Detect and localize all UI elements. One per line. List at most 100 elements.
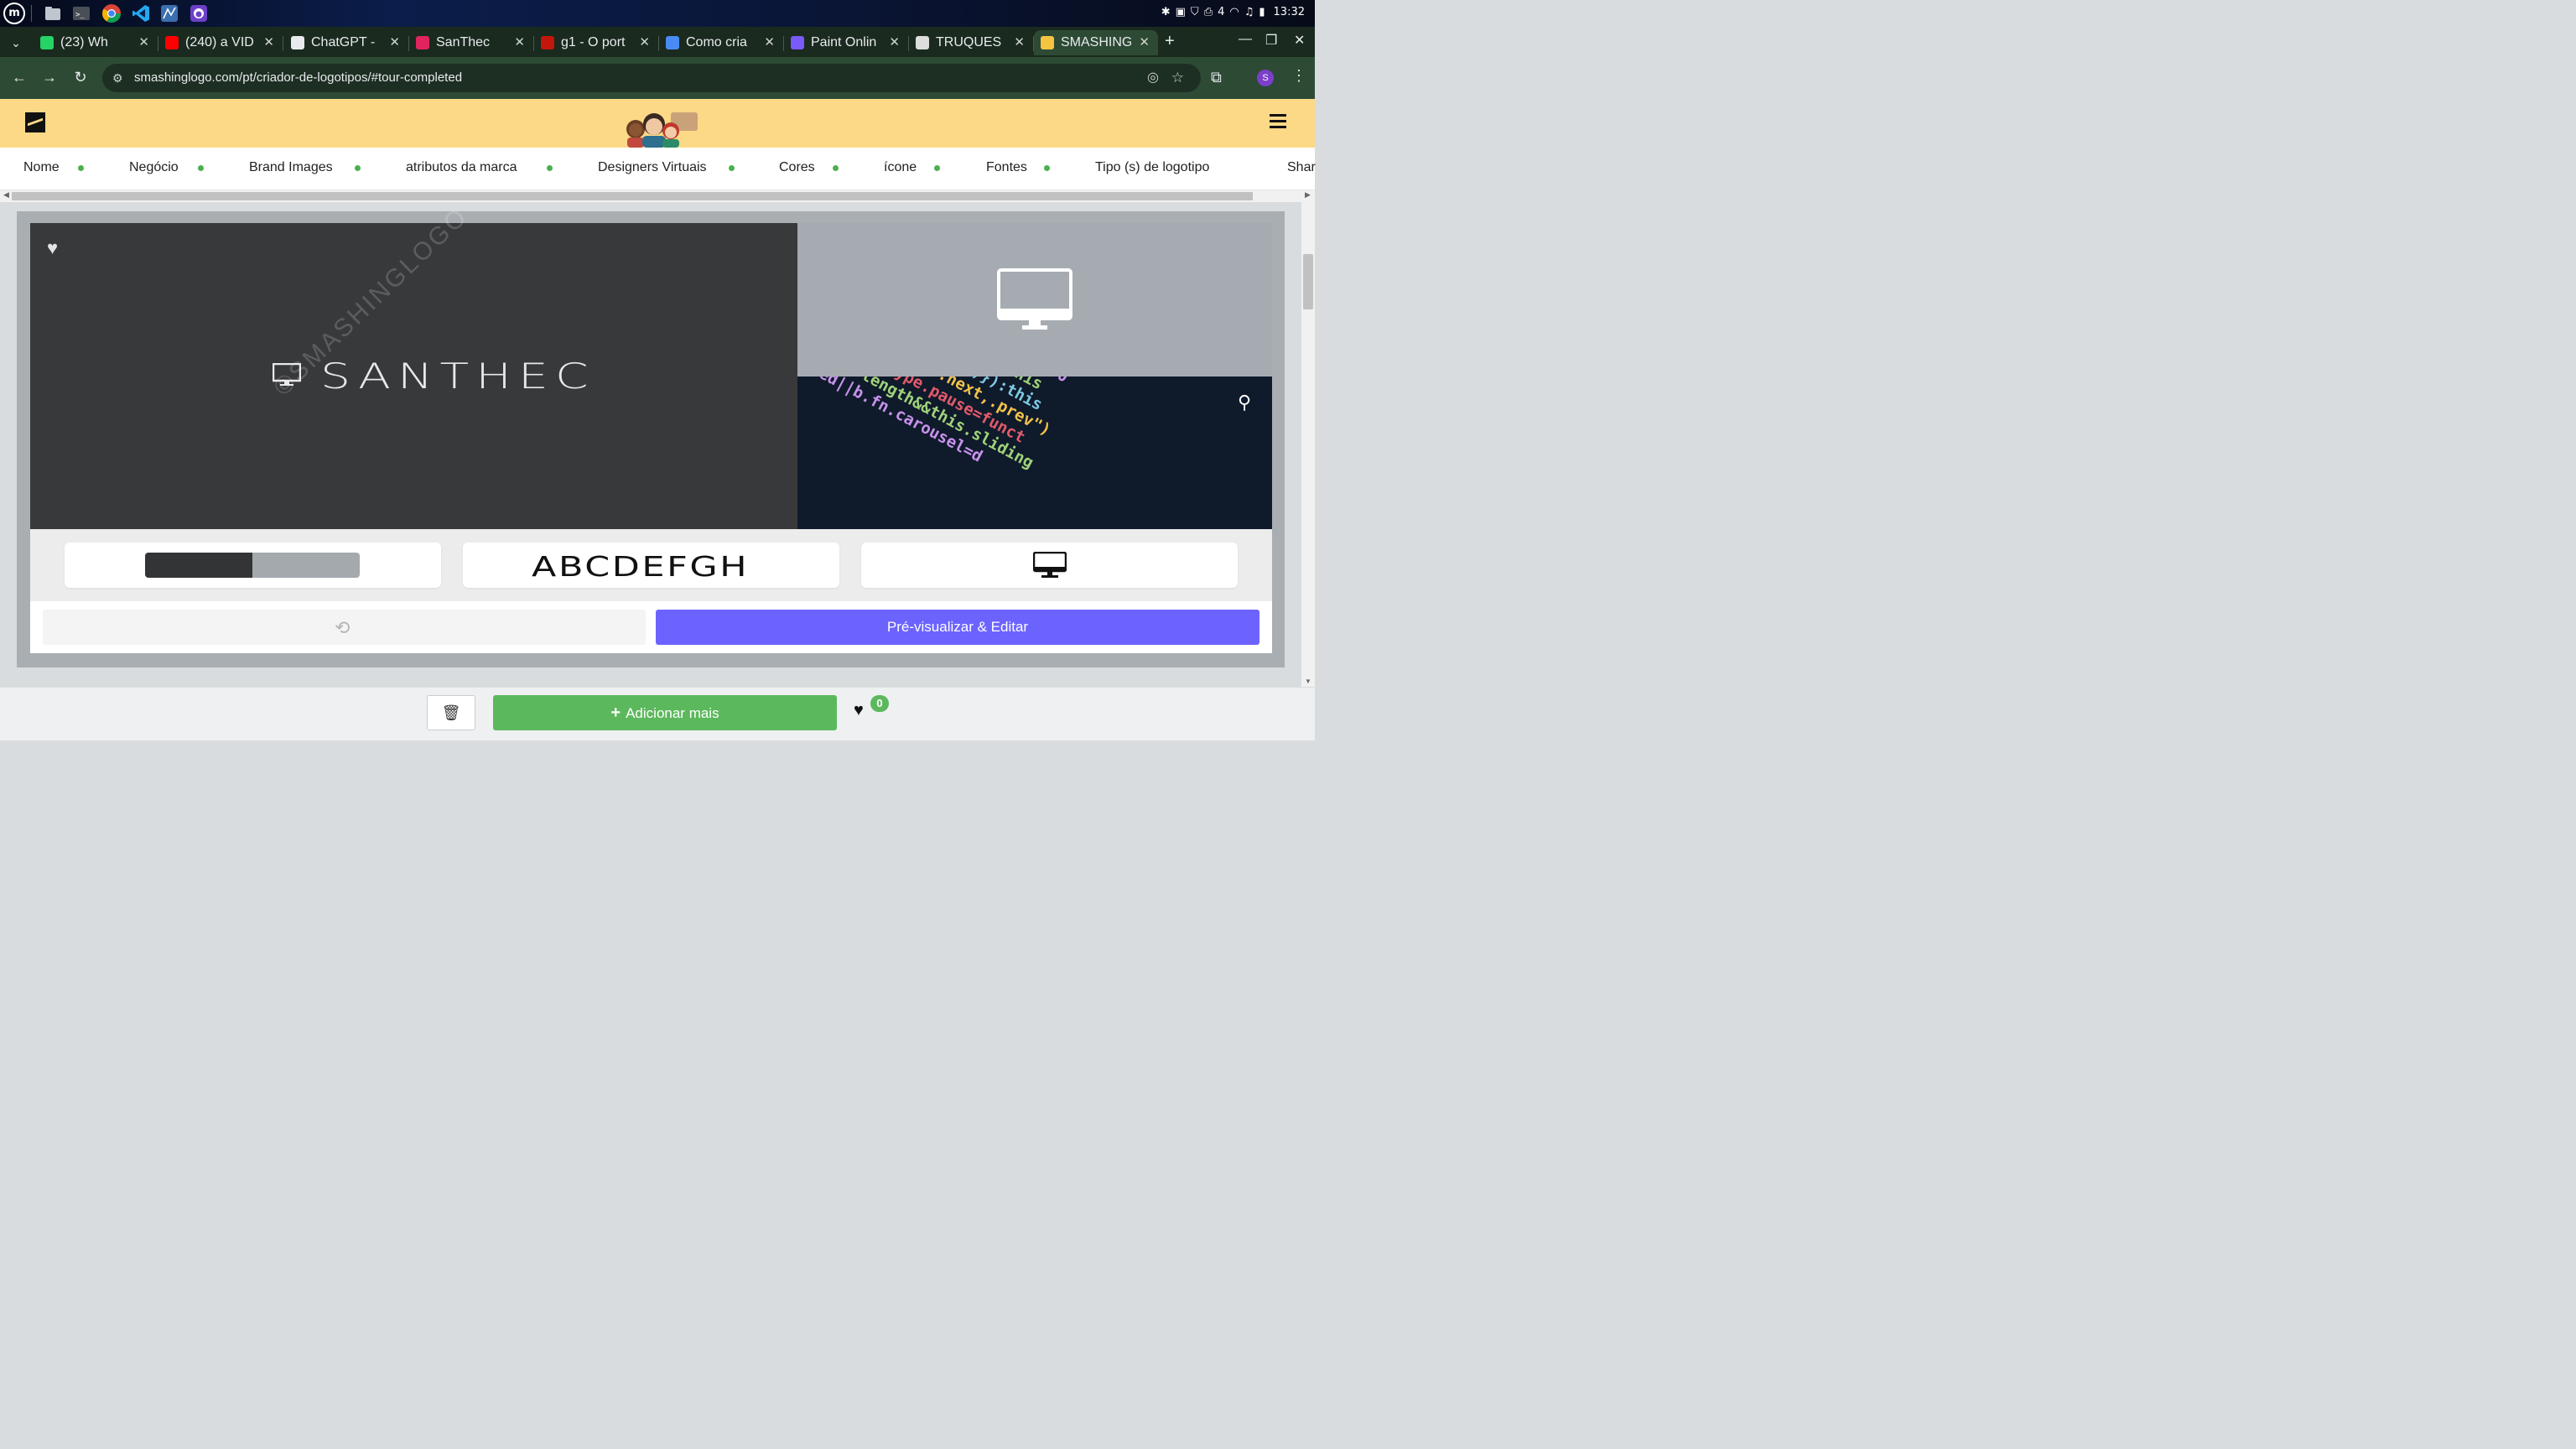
site-header [0, 99, 1315, 148]
step-atributos[interactable]: atributos da marca [406, 160, 517, 175]
reload-button[interactable]: ↻ [71, 69, 90, 86]
tab-title: Paint Onlin [811, 35, 877, 49]
vertical-scrollbar-thumb[interactable] [1303, 254, 1313, 309]
brand-name-text: SANTHEC [320, 356, 595, 397]
color-palette-swatch[interactable] [145, 553, 360, 578]
printer-icon[interactable]: ⎙ [1204, 6, 1213, 18]
taskbar-separator [31, 5, 32, 22]
extensions-icon[interactable]: ⧉ [1211, 69, 1222, 86]
color-swatch-grey [252, 553, 360, 578]
minimize-icon[interactable]: — [1239, 32, 1252, 47]
mint-menu-icon[interactable]: m [3, 3, 25, 24]
vscode-icon[interactable] [132, 4, 150, 23]
hamburger-menu-icon[interactable] [1270, 114, 1286, 129]
clock[interactable]: 13:32 [1274, 6, 1305, 18]
address-bar[interactable]: ⚙ smashinglogo.com/pt/criador-de-logotip… [102, 64, 1201, 92]
github-desktop-icon[interactable] [190, 4, 208, 23]
tab-4[interactable]: g1 - O port ✕ [534, 30, 659, 55]
smashinglogo-logo[interactable] [25, 112, 45, 132]
files-icon[interactable] [44, 4, 62, 23]
delete-button[interactable]: 🗑 [427, 695, 475, 730]
step-dot [934, 165, 940, 171]
new-tab-button[interactable]: + [1165, 32, 1175, 51]
tab-7[interactable]: TRUQUES ✕ [909, 30, 1034, 55]
chrome-icon[interactable] [101, 3, 122, 23]
tab-0[interactable]: (23) Wh ✕ [34, 30, 158, 55]
svg-text:>_: >_ [75, 11, 85, 19]
terminal-icon[interactable]: >_ [72, 4, 91, 23]
forward-button[interactable]: → [40, 69, 59, 86]
tab-3[interactable]: SanThec ✕ [409, 30, 534, 55]
g1-icon [541, 36, 554, 49]
tab-title: Como cria [686, 35, 747, 49]
mysql-workbench-icon[interactable] [160, 4, 179, 23]
music-icon[interactable]: ♫ [1244, 6, 1254, 18]
tab-2[interactable]: ChatGPT - ✕ [284, 30, 409, 55]
step-share[interactable]: Shar [1287, 160, 1316, 175]
bookmark-star-icon[interactable]: ☆ [1171, 64, 1184, 92]
wifi-icon[interactable]: ◠ [1229, 6, 1239, 18]
tab-1[interactable]: (240) a VID ✕ [158, 30, 283, 55]
step-nome[interactable]: Nome [23, 160, 60, 175]
code-pattern: "ndicator.prev.this).interval(),this .pr… [797, 377, 1072, 472]
tab-search-chevron-icon[interactable]: ⌄ [7, 34, 25, 52]
tab-6[interactable]: Paint Onlin ✕ [784, 30, 909, 55]
os-taskbar: m >_ ✱ ▣ ⛉ ⎙ 4 ◠ ♫ ▮ 13:32 [0, 0, 1315, 27]
tab-title: TRUQUES [936, 35, 1002, 49]
tab-title: SMASHING [1061, 35, 1131, 49]
step-dot [833, 165, 839, 171]
horizontal-scrollbar[interactable]: ◀ ▶ [0, 190, 1315, 202]
scrollbar-thumb[interactable] [12, 192, 1253, 200]
tracking-protection-icon[interactable]: ◎ [1147, 64, 1159, 92]
scroll-left-icon[interactable]: ◀ [3, 190, 9, 200]
monitor-icon-large [997, 268, 1072, 330]
updates-icon[interactable]: ▣ [1176, 6, 1186, 18]
vertical-scrollbar[interactable]: ▼ [1301, 202, 1315, 687]
smashing-icon [1041, 36, 1054, 49]
battery-icon[interactable]: ▮ [1259, 6, 1265, 18]
tab-close-icon[interactable]: ✕ [263, 34, 274, 49]
url-text[interactable]: smashinglogo.com/pt/criador-de-logotipos… [134, 64, 462, 92]
tab-title: (23) Wh [60, 35, 108, 49]
shield-icon[interactable]: ⛉ [1191, 6, 1199, 18]
step-cores[interactable]: Cores [779, 160, 815, 175]
tab-title: SanThec [436, 35, 491, 49]
zoom-search-icon[interactable]: ⚲ [1238, 392, 1251, 413]
step-tipo-logotipo[interactable]: Tipo (s) de logotipo [1095, 160, 1209, 175]
tab-close-icon[interactable]: ✕ [1139, 34, 1150, 49]
history-icon[interactable]: ⟲ [335, 617, 350, 639]
tab-close-icon[interactable]: ✕ [138, 34, 149, 49]
browser-toolbar: ← → ↻ ⚙ smashinglogo.com/pt/criador-de-l… [0, 57, 1315, 99]
brand-image-code[interactable]: "ndicator.prev.this).interval(),this .pr… [797, 377, 1272, 529]
chatgpt-icon [291, 36, 304, 49]
step-designers[interactable]: Designers Virtuais [598, 160, 707, 175]
step-fontes[interactable]: Fontes [986, 160, 1027, 175]
step-dot [78, 165, 84, 171]
scroll-right-icon[interactable]: ▶ [1305, 190, 1311, 200]
tab-close-icon[interactable]: ✕ [1014, 34, 1025, 49]
tab-5[interactable]: Como cria ✕ [659, 30, 784, 55]
favorites-count-badge: 0 [870, 695, 889, 712]
profile-avatar[interactable]: S [1257, 70, 1274, 86]
bluetooth-icon[interactable]: ✱ [1161, 6, 1171, 18]
favorites-heart-icon[interactable]: ♥ [854, 701, 864, 720]
add-more-button[interactable]: + Adicionar mais [493, 695, 837, 730]
scroll-down-icon[interactable]: ▼ [1305, 678, 1311, 685]
back-button[interactable]: ← [10, 69, 29, 86]
tab-close-icon[interactable]: ✕ [639, 34, 650, 49]
browser-menu-icon[interactable]: ⋮ [1291, 67, 1306, 85]
restore-icon[interactable]: ❐ [1265, 32, 1277, 49]
site-settings-icon[interactable]: ⚙ [112, 64, 123, 92]
tab-close-icon[interactable]: ✕ [514, 34, 525, 49]
tab-close-icon[interactable]: ✕ [764, 34, 775, 49]
favorite-heart-icon[interactable]: ♥ [47, 239, 65, 257]
tab-8[interactable]: SMASHING ✕ [1034, 30, 1158, 55]
close-window-icon[interactable]: ✕ [1294, 32, 1305, 49]
step-negocio[interactable]: Negócio [129, 160, 179, 175]
tray-badge: 4 [1218, 6, 1225, 18]
preview-edit-button[interactable]: Pré-visualizar & Editar [656, 610, 1259, 645]
step-icone[interactable]: ícone [884, 160, 917, 175]
tab-close-icon[interactable]: ✕ [389, 34, 400, 49]
step-brand-images[interactable]: Brand Images [249, 160, 333, 175]
tab-close-icon[interactable]: ✕ [889, 34, 900, 49]
